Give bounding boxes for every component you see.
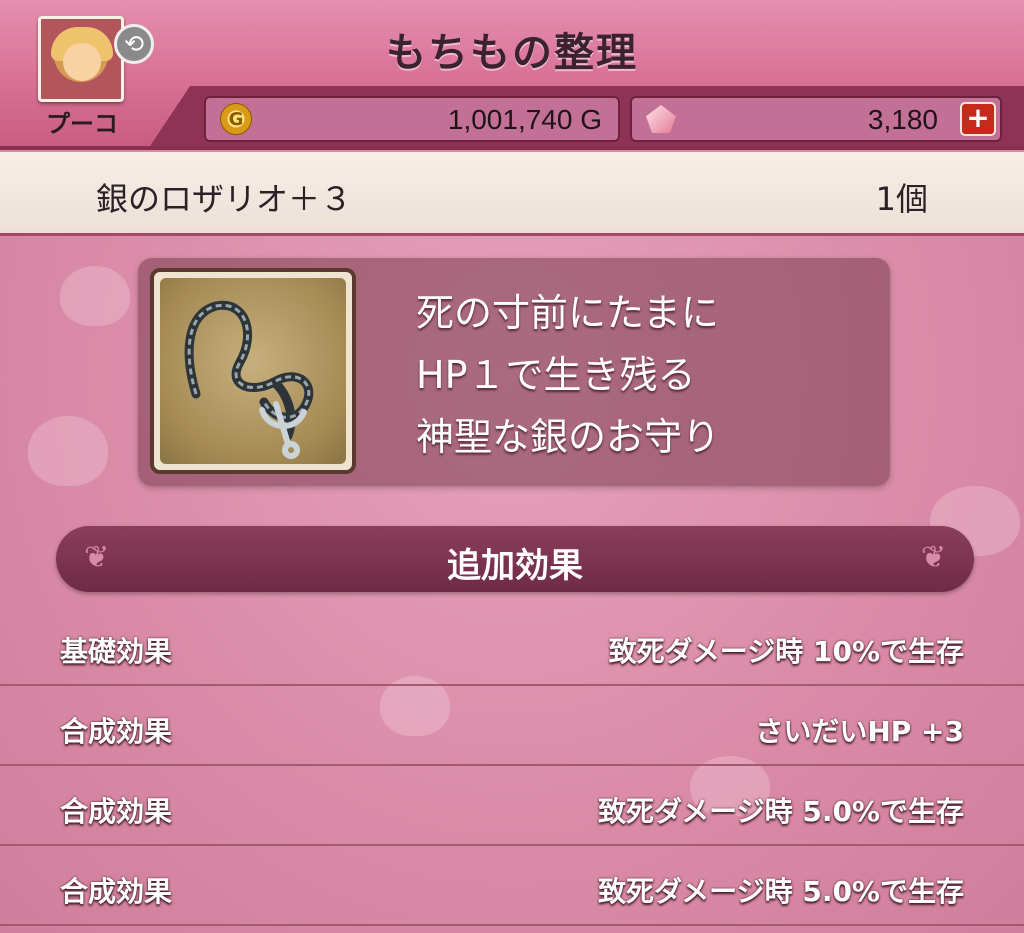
section-title: 追加効果 (447, 546, 583, 586)
background-slime-decoration (60, 266, 130, 326)
header: ⟲ プーコ もちもの整理 G 1,001,740 G 3,180 + (0, 0, 1024, 150)
effects-list: 基礎効果 致死ダメージ時 10%で生存 合成効果 さいだいHP +3 合成効果 … (0, 606, 1024, 926)
page-title: もちもの整理 (386, 30, 638, 76)
effect-value: 致死ダメージ時 5.0%で生存 (597, 875, 964, 908)
swap-arrows-icon[interactable]: ⟲ (114, 24, 154, 64)
description-line: HP１で生き残る (416, 353, 696, 397)
effect-value: さいだいHP +3 (755, 715, 964, 748)
item-detail-content: 死の寸前にたまに HP１で生き残る 神聖な銀のお守り ❦ 追加効果 ❦ 基礎効果… (0, 236, 1024, 933)
item-description: 死の寸前にたまに HP１で生き残る 神聖な銀のお守り (416, 282, 876, 468)
effect-row: 合成効果 致死ダメージ時 5.0%で生存 (0, 846, 1024, 926)
gold-amount: 1,001,740 G (447, 104, 602, 135)
avatar-face (63, 43, 101, 81)
effect-label: 合成効果 (60, 715, 173, 748)
silver-rosary-icon (184, 300, 314, 459)
gold-coin-icon: G (220, 103, 252, 135)
gem-display: 3,180 + (630, 96, 1002, 142)
description-line: 死の寸前にたまに (416, 291, 719, 335)
item-count: 1個 (875, 180, 928, 218)
additional-effects-header: ❦ 追加効果 ❦ (56, 526, 974, 592)
effect-label: 基礎効果 (60, 635, 173, 668)
character-name: プーコ (46, 110, 118, 138)
effect-row: 基礎効果 致死ダメージ時 10%で生存 (0, 606, 1024, 686)
effect-row: 合成効果 さいだいHP +3 (0, 686, 1024, 766)
background-slime-decoration (28, 416, 108, 486)
effect-value: 致死ダメージ時 10%で生存 (608, 635, 964, 668)
description-line: 神聖な銀のお守り (416, 415, 721, 459)
item-description-panel: 死の寸前にたまに HP１で生き残る 神聖な銀のお守り (138, 258, 890, 486)
effect-value: 致死ダメージ時 5.0%で生存 (597, 795, 964, 828)
character-avatar[interactable] (38, 16, 124, 102)
add-gems-button[interactable]: + (960, 102, 996, 136)
gem-amount: 3,180 (867, 104, 938, 135)
effect-label: 合成効果 (60, 795, 173, 828)
gold-display: G 1,001,740 G (204, 96, 620, 142)
effect-label: 合成効果 (60, 875, 173, 908)
right-ornament-icon: ❦ (920, 540, 946, 575)
item-name-bar: 銀のロザリオ＋３ 1個 (0, 152, 1024, 236)
effect-row: 合成効果 致死ダメージ時 5.0%で生存 (0, 766, 1024, 846)
item-icon-frame (150, 268, 356, 474)
gem-icon (646, 105, 676, 133)
item-name: 銀のロザリオ＋３ (96, 180, 353, 218)
